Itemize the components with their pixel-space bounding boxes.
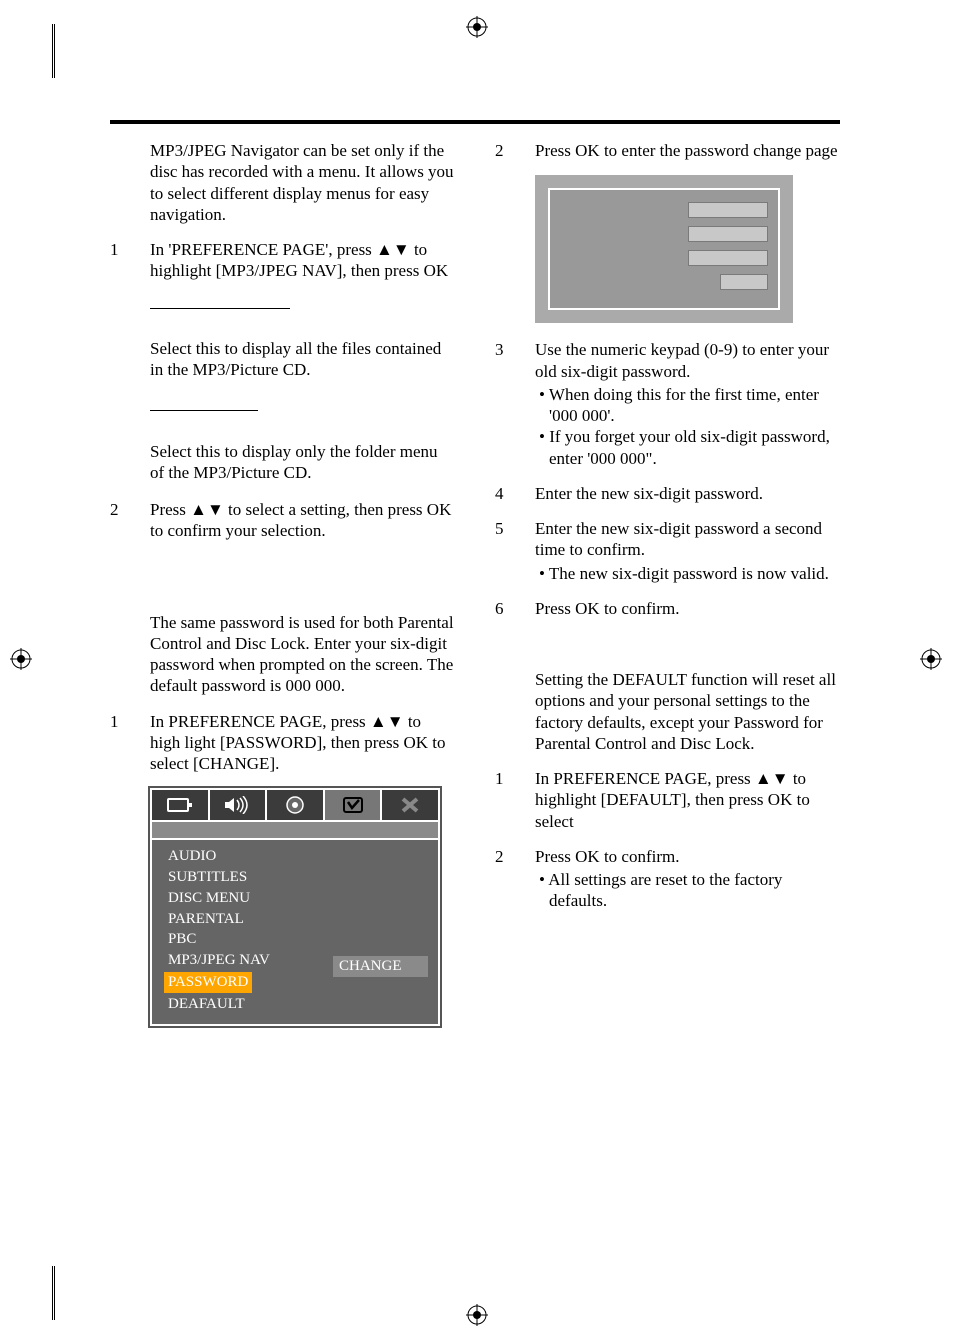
osd-tab-video-icon [267,790,325,820]
step-bullets: When doing this for the first time, ente… [535,384,840,469]
osd-item: DISC MENU [168,888,321,909]
step-number: 1 [110,239,150,282]
step-text: In 'PREFERENCE PAGE', press ▲▼ to highli… [150,239,455,282]
step-text: Press OK to enter the password change pa… [535,140,840,161]
pw-row-ok [560,274,768,290]
step-text: Enter the new six-digit password. [535,483,840,504]
step-text: Press OK to confirm. [535,598,840,619]
step-text: Press ▲▼ to select a setting, then press… [150,499,455,542]
osd-tab-audio-icon [210,790,268,820]
step-text: In PREFERENCE PAGE, press ▲▼ to highligh… [535,768,840,832]
bullet: All settings are reset to the factory de… [549,869,840,912]
default-intro: Setting the DEFAULT function will reset … [535,669,840,754]
password-dialog [535,175,793,323]
pw-step-4: 4 Enter the new six-digit password. [495,483,840,504]
bullet: The new six-digit password is now valid. [549,563,840,584]
bullet: If you forget your old six-digit passwor… [549,426,840,469]
crop-rule [54,1266,55,1320]
osd-item: PBC [168,929,321,950]
osd-tab-exit-icon [382,790,438,820]
step-text: Enter the new six-digit password a secon… [535,518,840,561]
crop-rule [54,24,55,78]
osd-item: DEAFAULT [168,994,321,1015]
step-number: 3 [495,339,535,469]
osd-value: CHANGE [333,956,428,977]
step-number: 6 [495,598,535,619]
pw-step-2: 2 Press OK to enter the password change … [495,140,840,161]
step-number: 2 [495,846,535,912]
step-number: 2 [110,499,150,542]
default-step-1: 1 In PREFERENCE PAGE, press ▲▼ to highli… [495,768,840,832]
step-number: 1 [110,711,150,775]
osd-item: AUDIO [168,846,321,867]
osd-tab-bar [152,790,438,822]
option-with-menu: Select this to display only the folder m… [150,398,455,483]
osd-body: AUDIO SUBTITLES DISC MENU PARENTAL PBC M… [152,840,438,1024]
step-text: Press OK to confirm. [535,846,840,867]
option-text: Select this to display all the files con… [150,338,455,381]
crop-rule [52,24,53,78]
password-step-1: 1 In PREFERENCE PAGE, press ▲▼ to high l… [110,711,455,775]
osd-tab-general-icon [152,790,210,820]
osd-menu-list: AUDIO SUBTITLES DISC MENU PARENTAL PBC M… [152,840,333,1024]
step-bullets: The new six-digit password is now valid. [535,563,840,584]
mp3jpeg-intro: MP3/JPEG Navigator can be set only if th… [150,140,455,225]
header-rule [110,120,840,124]
pw-row-old [560,202,768,218]
step-2: 2 Press ▲▼ to select a setting, then pre… [110,499,455,542]
step-number: 4 [495,483,535,504]
step-bullets: All settings are reset to the factory de… [535,869,840,912]
right-column: 2 Press OK to enter the password change … [495,140,840,1026]
pw-row-new [560,226,768,242]
content-area: MP3/JPEG Navigator can be set only if th… [110,140,840,1026]
pw-step-3: 3 Use the numeric keypad (0-9) to enter … [495,339,840,469]
step-number: 2 [495,140,535,161]
registration-mark-left [10,648,32,670]
osd-subheader [152,822,438,840]
default-step-2: 2 Press OK to confirm. All settings are … [495,846,840,912]
registration-mark-right [920,648,942,670]
osd-tab-preference-icon [325,790,383,820]
left-column: MP3/JPEG Navigator can be set only if th… [110,140,455,1026]
option-text-line1: Select this to display only the folder m… [150,441,455,462]
osd-item-selected: PASSWORD [164,972,252,993]
option-without-menu: Select this to display all the files con… [150,296,455,381]
pw-row-confirm [560,250,768,266]
osd-item: SUBTITLES [168,867,321,888]
registration-mark-top [466,16,488,38]
pw-step-5: 5 Enter the new six-digit password a sec… [495,518,840,584]
pw-step-6: 6 Press OK to confirm. [495,598,840,619]
crop-rule [52,1266,53,1320]
bullet: When doing this for the first time, ente… [549,384,840,427]
registration-mark-bottom [466,1304,488,1326]
step-1: 1 In 'PREFERENCE PAGE', press ▲▼ to high… [110,239,455,282]
step-text: Use the numeric keypad (0-9) to enter yo… [535,339,840,382]
password-intro: The same password is used for both Paren… [150,612,455,697]
osd-value-pane: CHANGE [333,840,438,1024]
step-text: In PREFERENCE PAGE, press ▲▼ to high lig… [150,711,455,775]
step-number: 5 [495,518,535,584]
step-number: 1 [495,768,535,832]
osd-item: PARENTAL [168,909,321,930]
option-text-line2: of the MP3/Picture CD. [150,462,455,483]
osd-preference-menu: AUDIO SUBTITLES DISC MENU PARENTAL PBC M… [150,788,440,1026]
osd-item: MP3/JPEG NAV [168,950,321,971]
